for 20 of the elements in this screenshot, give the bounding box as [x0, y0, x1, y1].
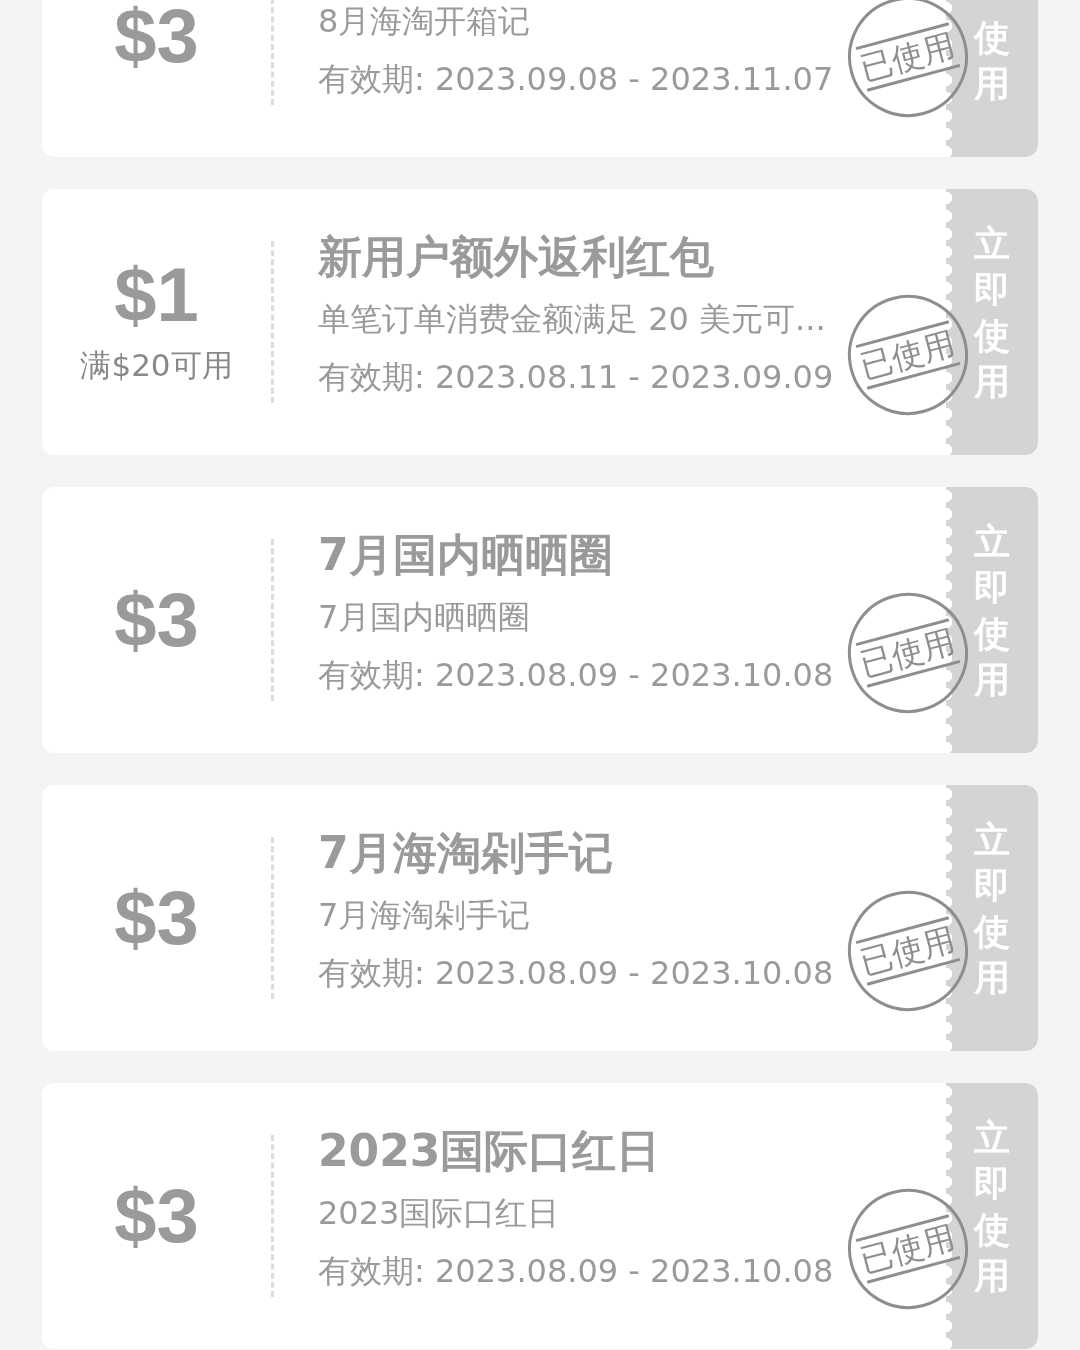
coupon-amount: $3	[114, 1178, 199, 1254]
coupon-condition: 满$20可用	[80, 346, 233, 385]
coupon-description: 单笔订单消费金额满足 20 美元可...	[318, 299, 826, 339]
coupon-description: 2023国际口红日	[318, 1193, 560, 1233]
coupon-description: 8月海淘开箱记	[318, 1, 531, 41]
coupon-title: 2023国际口红日	[318, 1127, 661, 1175]
coupon-amount: $3	[114, 0, 199, 74]
coupon-validity: 有效期: 2023.09.08 - 2023.11.07	[318, 59, 834, 99]
coupon-description: 7月国内晒晒圈	[318, 597, 531, 637]
coupon-amount: $1	[114, 257, 199, 333]
coupon-validity: 有效期: 2023.08.09 - 2023.10.08	[318, 953, 834, 993]
coupon-title: 7月海淘剁手记	[318, 829, 613, 877]
coupon-validity: 有效期: 2023.08.09 - 2023.10.08	[318, 1251, 834, 1291]
coupon-amount: $3	[114, 880, 199, 956]
coupon-description: 7月海淘剁手记	[318, 895, 531, 935]
coupon-title: 新用户额外返利红包	[318, 233, 714, 281]
coupon-validity: 有效期: 2023.08.09 - 2023.10.08	[318, 655, 834, 695]
coupon-validity: 有效期: 2023.08.11 - 2023.09.09	[318, 357, 834, 397]
coupon-amount: $3	[114, 582, 199, 658]
coupon-title: 7月国内晒晒圈	[318, 531, 613, 579]
